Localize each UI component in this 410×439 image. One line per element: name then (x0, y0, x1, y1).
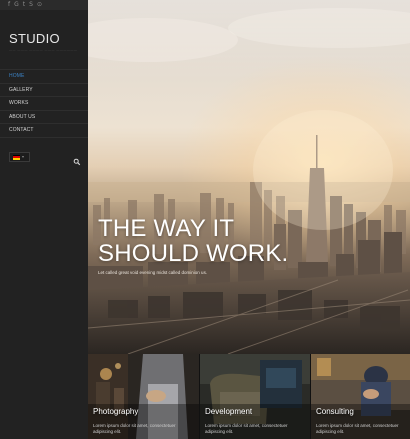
services-cards: Photography Lorem ipsum dolor sit amet, … (88, 354, 410, 439)
hero-title-line-2: SHOULD WORK. (98, 240, 289, 267)
hero-title-line-1: THE WAY IT (98, 215, 235, 242)
card-photography[interactable]: Photography Lorem ipsum dolor sit amet, … (88, 354, 199, 439)
menu-item-works[interactable]: Works (0, 97, 88, 111)
twitter-icon[interactable]: t (23, 2, 25, 8)
card-title-consulting: Consulting (316, 407, 354, 416)
menu-item-home[interactable]: Home (0, 70, 88, 84)
hero-subtitle: Let called great void evening midst call… (98, 270, 208, 275)
main-menu: Home Gallery Works About us Contact (0, 69, 88, 138)
google-plus-icon[interactable]: G (14, 2, 19, 8)
german-flag-icon (13, 154, 20, 160)
hero-section: THE WAY IT SHOULD WORK. Let called great… (88, 0, 410, 354)
city-skyline-image (88, 0, 410, 354)
menu-item-gallery[interactable]: Gallery (0, 84, 88, 97)
language-selector[interactable] (9, 152, 30, 162)
menu-item-about-us[interactable]: About us (0, 111, 88, 124)
brand-name: STUDIO (9, 31, 60, 46)
sidebar: f G t S ⊙ STUDIO —— ——— ———— ——— —————— … (0, 0, 88, 439)
github-icon[interactable]: ⊙ (37, 2, 42, 8)
skype-icon[interactable]: S (29, 2, 33, 8)
card-title-development: Development (205, 407, 253, 416)
chevron-down-icon (22, 156, 24, 158)
card-title-photography: Photography (93, 407, 139, 416)
card-text-photography: Lorem ipsum dolor sit amet, consectetuer… (93, 423, 176, 434)
card-text-development: Lorem ipsum dolor sit amet, consectetuer… (205, 423, 288, 434)
social-bar: f G t S ⊙ (0, 0, 88, 10)
card-development[interactable]: Development Lorem ipsum dolor sit amet, … (199, 354, 310, 439)
sidebar-tools (9, 152, 81, 166)
hero-title: THE WAY IT SHOULD WORK. (98, 216, 328, 266)
facebook-icon[interactable]: f (8, 2, 10, 8)
card-text-consulting: Lorem ipsum dolor sit amet, consectetuer… (316, 423, 399, 434)
card-consulting[interactable]: Consulting Lorem ipsum dolor sit amet, c… (310, 354, 410, 439)
menu-item-contact[interactable]: Contact (0, 124, 88, 138)
logo[interactable]: STUDIO —— ——— ———— ——— —————— (0, 10, 88, 70)
search-icon[interactable] (73, 153, 81, 166)
brand-tagline: —— ——— ———— ——— —————— (9, 48, 78, 52)
